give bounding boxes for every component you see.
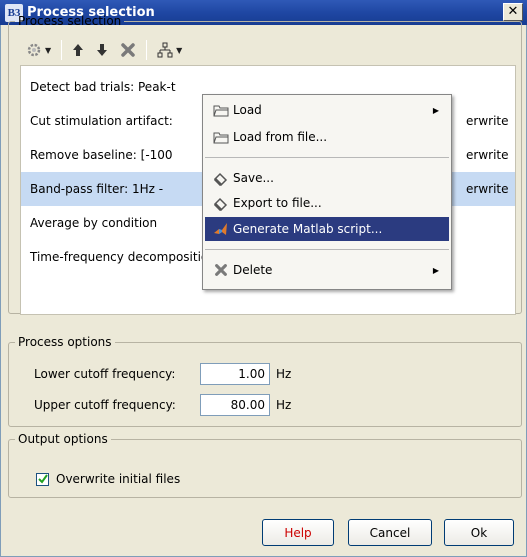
list-item-suffix: erwrite — [466, 148, 509, 162]
menu-item-label: Delete — [233, 263, 273, 277]
menu-item-generate-matlab[interactable]: Generate Matlab script... — [205, 217, 449, 241]
chevron-down-icon: ▼ — [176, 45, 183, 55]
menu-item-label: Save... — [233, 171, 274, 185]
menu-item-load[interactable]: Load ▶ — [205, 98, 449, 122]
lower-cutoff-row: Lower cutoff frequency: 1.00 Hz — [34, 363, 291, 385]
list-item-label: Average by condition — [30, 216, 158, 230]
delete-icon — [213, 262, 229, 278]
toolbar-separator — [146, 40, 148, 60]
pipeline-context-menu: Load ▶ Load from file... Save... Export … — [202, 94, 452, 290]
chevron-down-icon: ▼ — [45, 45, 52, 55]
matlab-icon — [213, 221, 229, 237]
folder-icon — [213, 129, 229, 145]
list-item-label: Detect bad trials: Peak-t — [30, 80, 176, 94]
menu-item-label: Generate Matlab script... — [233, 222, 383, 236]
arrow-down-icon — [97, 44, 108, 56]
overwrite-row: Overwrite initial files — [36, 472, 180, 486]
upper-cutoff-input[interactable]: 80.00 — [200, 394, 270, 416]
output-options-group: Output options — [8, 432, 522, 498]
ok-button[interactable]: Ok — [444, 519, 514, 546]
menu-item-export[interactable]: Export to file... — [205, 191, 449, 215]
move-down-button[interactable] — [90, 39, 114, 61]
arrow-up-icon — [73, 44, 84, 56]
output-options-legend: Output options — [18, 432, 108, 446]
pipeline-menu-button[interactable]: ▼ — [151, 39, 188, 61]
save-icon — [213, 195, 229, 211]
delete-icon — [121, 43, 135, 57]
submenu-arrow-icon: ▶ — [432, 105, 439, 115]
delete-process-button[interactable] — [114, 39, 142, 61]
menu-separator — [205, 249, 449, 250]
checkmark-icon — [37, 474, 48, 484]
menu-separator — [205, 157, 449, 158]
list-item-suffix: erwrite — [466, 114, 509, 128]
lower-cutoff-input[interactable]: 1.00 — [200, 363, 270, 385]
overwrite-label: Overwrite initial files — [56, 472, 181, 486]
menu-item-delete[interactable]: Delete ▶ — [205, 258, 449, 282]
gear-icon — [27, 43, 41, 57]
upper-cutoff-unit: Hz — [276, 398, 292, 412]
menu-item-save[interactable]: Save... — [205, 166, 449, 190]
lower-cutoff-label: Lower cutoff frequency: — [34, 367, 176, 381]
submenu-arrow-icon: ▶ — [432, 265, 439, 275]
save-icon — [213, 170, 229, 186]
move-up-button[interactable] — [66, 39, 90, 61]
toolbar-separator — [61, 40, 63, 60]
menu-item-label: Load from file... — [233, 130, 328, 144]
upper-cutoff-row: Upper cutoff frequency: 80.00 Hz — [34, 394, 291, 416]
menu-item-load-from-file[interactable]: Load from file... — [205, 125, 449, 149]
process-selection-legend: Process selection — [18, 14, 122, 28]
folder-icon — [213, 102, 229, 118]
process-options-legend: Process options — [18, 335, 112, 349]
overwrite-checkbox[interactable] — [36, 472, 49, 486]
menu-item-label: Export to file... — [233, 196, 322, 210]
cancel-button[interactable]: Cancel — [348, 519, 432, 546]
list-item-label: Time-frequency decomposition — [30, 250, 216, 264]
gear-menu-button[interactable]: ▼ — [20, 39, 57, 61]
list-item-label: Remove baseline: [-100 — [30, 148, 173, 162]
pipeline-icon — [157, 42, 173, 58]
menu-item-label: Load — [233, 103, 262, 117]
list-item-label: Band-pass filter: 1Hz - — [30, 182, 164, 196]
list-item-suffix: erwrite — [466, 182, 509, 196]
upper-cutoff-label: Upper cutoff frequency: — [34, 398, 176, 412]
lower-cutoff-unit: Hz — [276, 367, 292, 381]
process-toolbar: ▼ ▼ — [20, 38, 188, 62]
list-item-label: Cut stimulation artifact: — [30, 114, 173, 128]
help-button[interactable]: Help — [262, 519, 334, 546]
